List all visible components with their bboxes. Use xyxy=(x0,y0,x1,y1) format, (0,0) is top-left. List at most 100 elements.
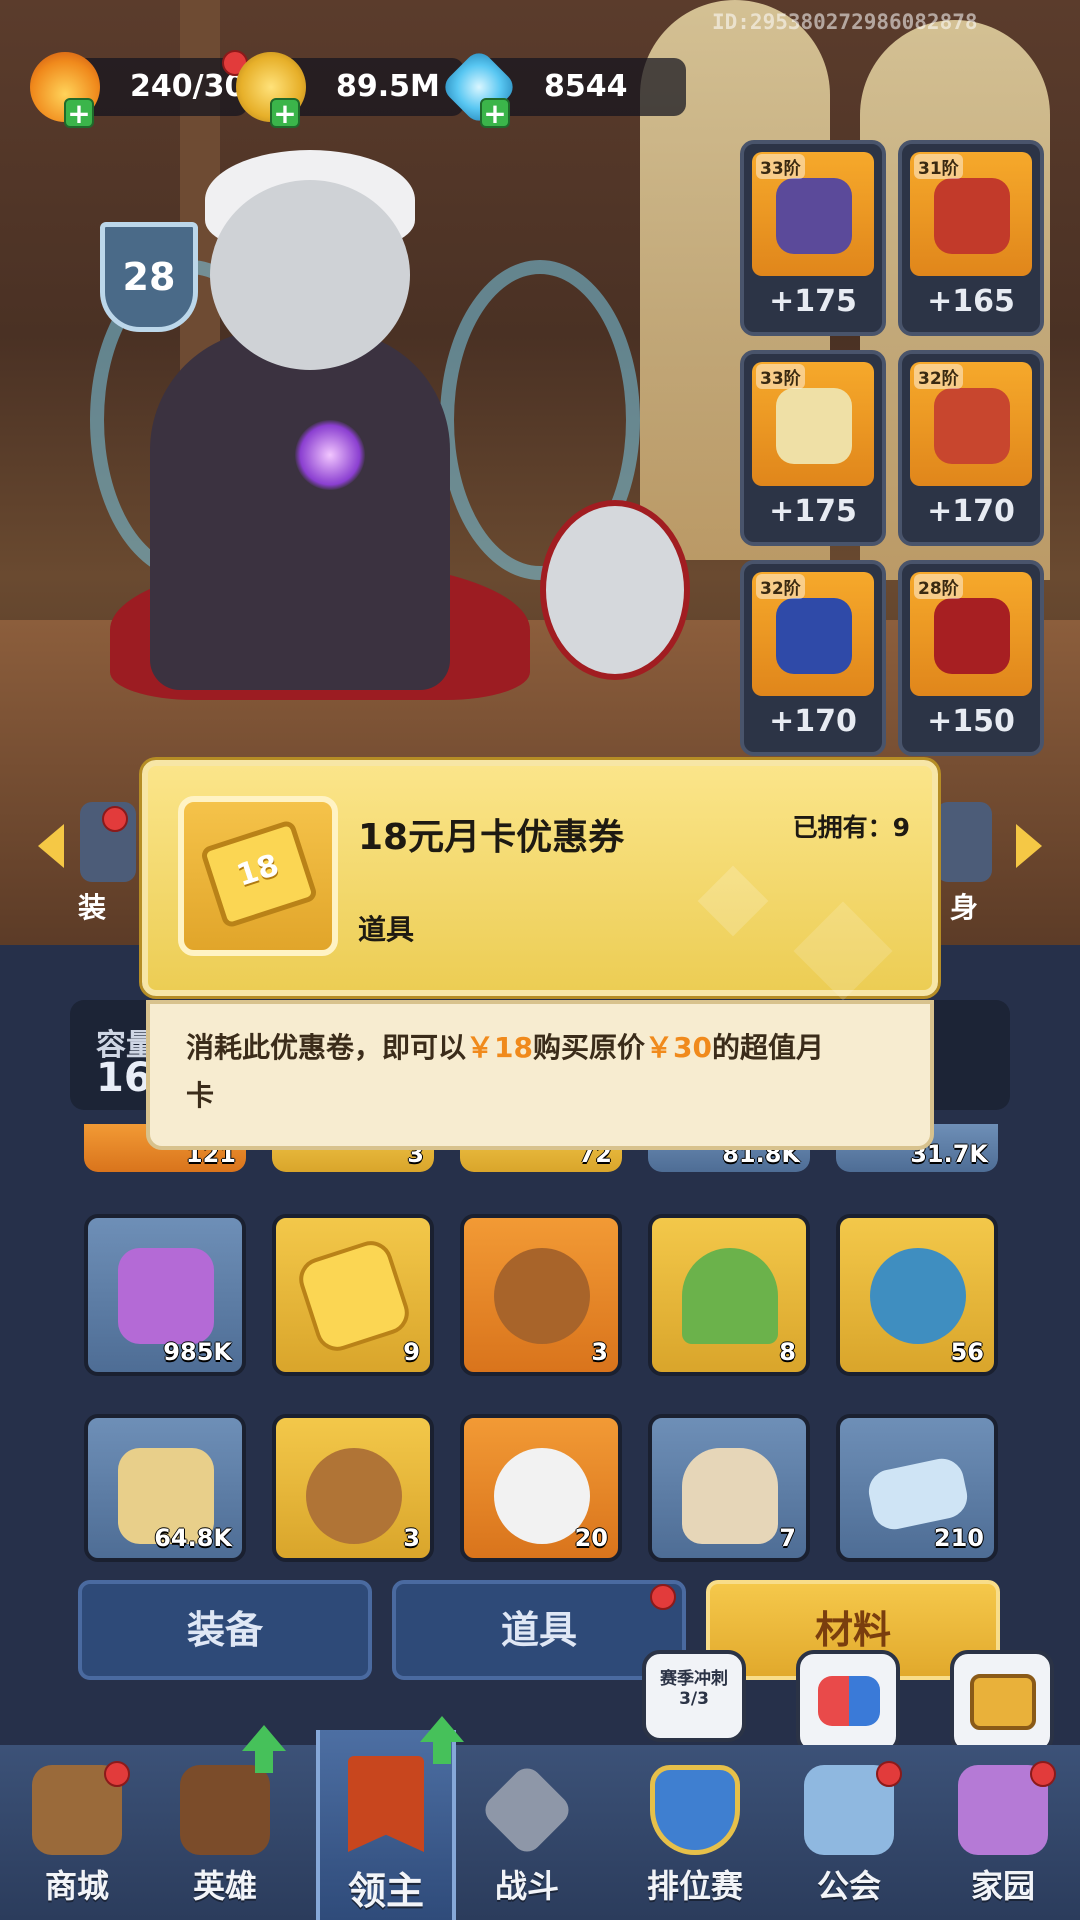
equipment-tier: 33阶 xyxy=(756,154,805,179)
nav-shop[interactable]: 商城 xyxy=(0,1745,154,1920)
nav-lord[interactable]: 领主 xyxy=(316,1716,464,1920)
item-count: 985K xyxy=(163,1338,232,1366)
inventory-cell[interactable]: 9 xyxy=(272,1214,434,1376)
notification-dot xyxy=(104,1761,130,1787)
belt-icon xyxy=(934,598,1010,674)
hero-card-icon xyxy=(180,1765,270,1855)
equipment-slot-cape[interactable]: 32阶 +170 xyxy=(740,560,886,756)
hero-level-badge[interactable]: 28 xyxy=(100,222,198,332)
inventory-cell[interactable]: 56 xyxy=(836,1214,998,1376)
nav-label: 公会 xyxy=(816,1867,881,1905)
equipment-slot-gauntlet[interactable]: 32阶 +170 xyxy=(898,350,1044,546)
equipment-bonus: +175 xyxy=(769,494,857,529)
purple-orb-icon xyxy=(295,420,365,490)
inventory-cell[interactable]: 20 xyxy=(460,1414,622,1562)
nav-label: 英雄 xyxy=(192,1867,257,1905)
add-crystal-button[interactable]: + xyxy=(480,98,510,128)
desc-text: 消耗此优惠卷，即可以 xyxy=(186,1031,467,1064)
inventory-cell[interactable]: 7 xyxy=(648,1414,810,1562)
rank-shield-icon xyxy=(650,1765,740,1855)
add-gold-button[interactable]: + xyxy=(270,98,300,128)
equipment-tier: 32阶 xyxy=(756,574,805,599)
item-count: 210 xyxy=(933,1524,984,1552)
resource-crystal[interactable]: 8544 + xyxy=(439,47,686,128)
upgrade-arrow-icon xyxy=(420,1716,464,1742)
bowl-icon xyxy=(306,1448,402,1544)
gauntlet-icon xyxy=(934,388,1010,464)
speedup-ticket-icon xyxy=(864,1454,972,1534)
nav-home[interactable]: 家园 xyxy=(926,1745,1080,1920)
resource-stamina[interactable]: 240/30 + xyxy=(30,50,248,128)
nav-ranked[interactable]: 排位赛 xyxy=(618,1745,772,1920)
resource-gold[interactable]: 89.5M + xyxy=(236,52,464,128)
purple-ore-icon xyxy=(118,1248,214,1344)
coupon-18-icon xyxy=(293,1235,415,1357)
tab-equipment[interactable]: 装备 xyxy=(78,1580,372,1680)
upgrade-arrow-stem xyxy=(433,1742,451,1764)
nav-label: 商城 xyxy=(44,1867,109,1905)
equipment-slot-belt[interactable]: 28阶 +150 xyxy=(898,560,1044,756)
side-label-left: 装 xyxy=(78,891,107,924)
item-type: 道具 xyxy=(358,913,415,946)
item-count: 9 xyxy=(403,1338,420,1366)
herb-icon xyxy=(682,1248,778,1344)
equipment-slot-helmet[interactable]: 33阶 +175 xyxy=(740,140,886,336)
nav-heroes[interactable]: 英雄 xyxy=(148,1725,302,1920)
nav-guild[interactable]: 公会 xyxy=(772,1745,926,1920)
notification-dot xyxy=(650,1584,676,1610)
upgrade-arrow-icon xyxy=(242,1725,286,1751)
handshake-button[interactable] xyxy=(796,1650,900,1754)
desc-text: 卡 xyxy=(186,1079,215,1112)
helmet-icon xyxy=(776,178,852,254)
nav-label: 战斗 xyxy=(494,1867,559,1905)
nav-battle[interactable]: 战斗 xyxy=(450,1745,604,1920)
item-count: 3 xyxy=(591,1338,608,1366)
desc-text: 购买原价 xyxy=(532,1031,645,1064)
equipment-slot-boots[interactable]: 33阶 +175 xyxy=(740,350,886,546)
item-count: 3 xyxy=(403,1524,420,1552)
upgrade-arrow-stem xyxy=(255,1751,273,1773)
item-owned-label: 已拥有： xyxy=(792,813,893,842)
coupon-18-icon: 18 xyxy=(178,796,338,956)
equipment-tier: 28阶 xyxy=(914,574,963,599)
nav-label: 家园 xyxy=(970,1867,1035,1905)
capacity-value: 16 xyxy=(96,1055,152,1101)
nav-label: 排位赛 xyxy=(646,1867,743,1905)
previous-hero-arrow-icon[interactable] xyxy=(38,824,64,868)
equipment-bonus: +150 xyxy=(927,704,1015,739)
coupon-ticket: 18 xyxy=(199,818,319,930)
treasure-chest-button[interactable] xyxy=(950,1650,1054,1754)
side-skill-right[interactable] xyxy=(936,802,992,882)
inventory-cell[interactable]: 64.8K xyxy=(84,1414,246,1562)
inventory-cell[interactable]: 3 xyxy=(460,1214,622,1376)
equipment-tier: 32阶 xyxy=(914,364,963,389)
inventory-cell[interactable]: 985K xyxy=(84,1214,246,1376)
next-hero-arrow-icon[interactable] xyxy=(1016,824,1042,868)
inventory-cell[interactable]: 3 xyxy=(272,1414,434,1562)
inventory-cell[interactable]: 8 xyxy=(648,1214,810,1376)
desc-text: 的超值月 xyxy=(711,1031,824,1064)
season-sprint-button[interactable]: 赛季冲刺 3/3 xyxy=(642,1650,746,1742)
side-label-right: 身 xyxy=(950,891,979,924)
season-sprint-progress: 3/3 xyxy=(679,1689,709,1709)
armor-icon xyxy=(934,178,1010,254)
item-description: 消耗此优惠卷，即可以￥18购买原价￥30的超值月卡 xyxy=(186,1024,906,1120)
hero-character[interactable] xyxy=(150,330,450,690)
season-sprint-title: 赛季冲刺 xyxy=(660,1669,728,1689)
inventory-cell[interactable]: 210 xyxy=(836,1414,998,1562)
item-owned: 已拥有：9 xyxy=(770,808,910,844)
notification-dot xyxy=(102,806,128,832)
treasure-chest-icon xyxy=(970,1674,1036,1730)
equipment-bonus: +170 xyxy=(927,494,1015,529)
notification-dot xyxy=(876,1761,902,1787)
pet-character[interactable] xyxy=(540,500,690,680)
equipment-bonus: +165 xyxy=(927,284,1015,319)
item-count: 7 xyxy=(779,1524,796,1552)
equipment-slot-armor[interactable]: 31阶 +165 xyxy=(898,140,1044,336)
add-stamina-button[interactable]: + xyxy=(64,98,94,128)
equipment-bonus: +170 xyxy=(769,704,857,739)
decorative-diamond xyxy=(793,901,893,1001)
sack-icon xyxy=(682,1448,778,1544)
player-id: ID:2953802729860828​78 xyxy=(712,10,978,34)
coupon-number: 18 xyxy=(232,847,284,894)
